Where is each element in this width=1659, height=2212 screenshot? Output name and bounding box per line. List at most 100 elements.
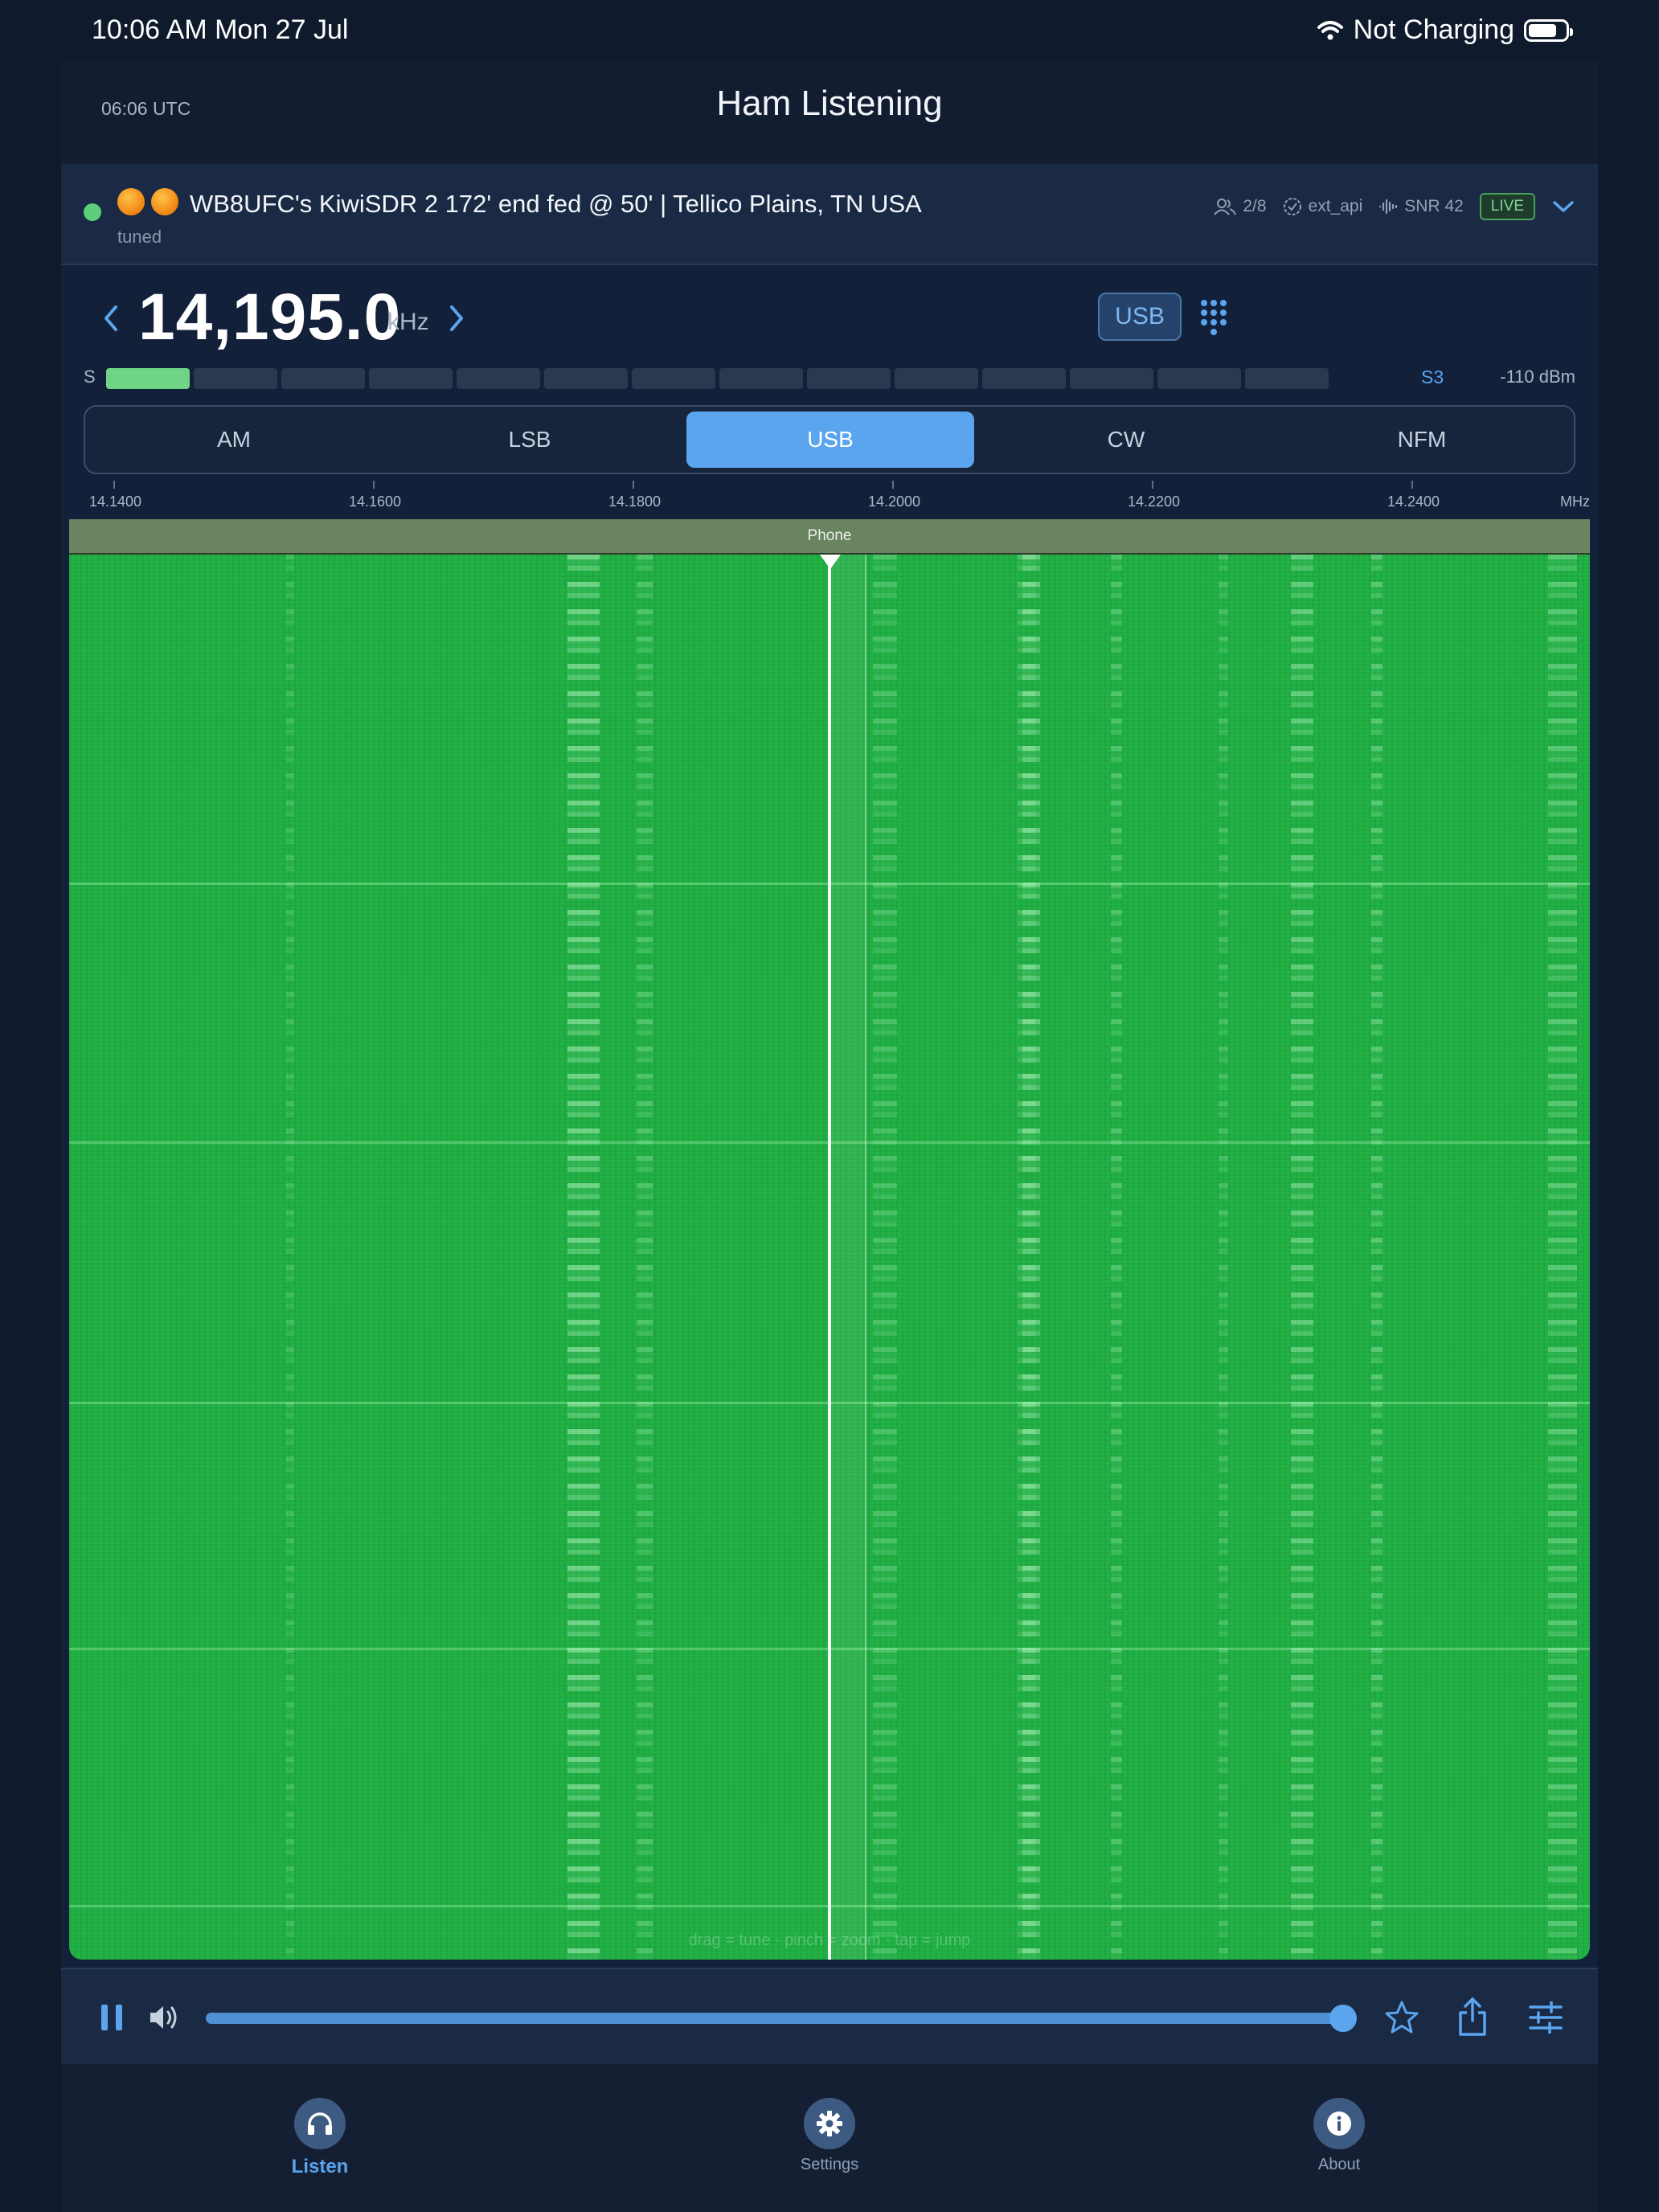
battery-icon <box>1524 18 1573 42</box>
scale-tick-label: 14.2200 <box>1128 494 1181 510</box>
player-controls <box>61 1968 1598 2066</box>
smeter-segment <box>719 368 803 389</box>
tab-label: Settings <box>800 2156 859 2173</box>
wifi-icon <box>1317 20 1343 39</box>
smeter-segment <box>281 368 365 389</box>
tuning-state: tuned <box>117 227 162 247</box>
status-time: 10:06 AM Mon 27 Jul <box>92 14 349 45</box>
station-name: WB8UFC's KiwiSDR 2 172' end fed @ 50' | … <box>190 190 922 218</box>
tab-label: About <box>1317 2156 1361 2173</box>
favorite-star-icon[interactable] <box>1384 2000 1419 2035</box>
frequency-scale: 14.1400 14.1600 14.1800 14.2000 14.2200 … <box>69 481 1590 516</box>
station-selector[interactable]: WB8UFC's KiwiSDR 2 172' end fed @ 50' | … <box>61 164 1598 265</box>
smeter-segment <box>807 368 891 389</box>
tab-listen[interactable]: Listen <box>240 2098 400 2178</box>
live-badge: LIVE <box>1479 193 1535 220</box>
smeter-segment <box>632 368 715 389</box>
tab-settings[interactable]: Settings <box>749 2098 910 2174</box>
page-title: Ham Listening <box>716 84 943 123</box>
gear-icon <box>804 2098 855 2149</box>
signal-trace <box>1219 555 1228 1960</box>
gesture-hint: drag = tune · pinch = zoom · tap = jump <box>688 1931 971 1949</box>
scale-tick <box>1152 481 1153 489</box>
smeter-segment <box>1157 368 1241 389</box>
tab-about[interactable]: About <box>1259 2098 1419 2174</box>
scale-tick <box>373 481 375 489</box>
user-count: 2/8 <box>1214 197 1267 216</box>
mode-badge[interactable]: USB <box>1098 293 1182 341</box>
share-icon[interactable] <box>1456 1997 1489 2037</box>
volume-icon[interactable] <box>148 2003 180 2032</box>
smeter-segment <box>194 368 277 389</box>
scale-tick <box>892 481 894 489</box>
smeter-segment <box>544 368 628 389</box>
frequency-unit: kHz <box>387 309 429 335</box>
scale-unit: MHz <box>1560 494 1590 510</box>
users-icon <box>1214 199 1237 215</box>
waterfall-display[interactable]: drag = tune · pinch = zoom · tap = jump <box>69 555 1590 1960</box>
nav-header: 06:06 UTC Ham Listening <box>61 61 1598 164</box>
scale-tick-label: 14.1600 <box>349 494 402 510</box>
smeter-segment <box>1070 368 1153 389</box>
scale-tick-label: 14.2400 <box>1387 494 1440 510</box>
smeter-segment <box>1245 368 1329 389</box>
scale-tick <box>113 481 115 489</box>
tab-label: Listen <box>291 2156 349 2177</box>
pause-icon[interactable] <box>100 2005 124 2030</box>
passband-overlay[interactable] <box>828 555 866 1960</box>
signal-trace <box>567 555 600 1960</box>
signal-trace <box>637 555 653 1960</box>
volume-slider-knob[interactable] <box>1329 2005 1357 2032</box>
signal-trace <box>1548 555 1577 1960</box>
scale-tick-label: 14.1800 <box>608 494 662 510</box>
mode-tab-am[interactable]: AM <box>90 412 378 468</box>
signal-trace <box>1111 555 1122 1960</box>
chevron-right-icon[interactable] <box>447 304 466 333</box>
dbm-reading: -110 dBm <box>1500 367 1575 387</box>
smeter-segment <box>457 368 540 389</box>
smeter-segment <box>982 368 1066 389</box>
signal-trace <box>1291 555 1313 1960</box>
chevron-down-icon[interactable] <box>1551 199 1575 215</box>
keypad-icon[interactable] <box>1198 297 1230 338</box>
system-status-bar: 10:06 AM Mon 27 Jul Not Charging <box>0 0 1659 61</box>
orange-circle-icon <box>151 188 178 215</box>
tuning-cursor[interactable] <box>828 555 831 1960</box>
mode-tab-cw[interactable]: CW <box>982 412 1270 468</box>
smeter-segment <box>895 368 978 389</box>
tuning-marker[interactable] <box>820 555 841 569</box>
smeter-label: S <box>84 367 96 387</box>
scale-tick <box>633 481 634 489</box>
app-window: 06:06 UTC Ham Listening WB8UFC's KiwiSDR… <box>61 61 1598 2212</box>
signal-trace <box>1371 555 1382 1960</box>
signal-trace <box>873 555 897 1960</box>
waveform-icon <box>1379 199 1398 215</box>
verified-icon <box>1283 198 1301 215</box>
band-segment-label: Phone <box>69 519 1590 555</box>
mode-tab-nfm[interactable]: NFM <box>1278 412 1566 468</box>
api-status: ext_api <box>1283 197 1362 216</box>
sliders-icon[interactable] <box>1529 2001 1563 2034</box>
snr-readout: SNR 42 <box>1378 197 1464 216</box>
signal-trace <box>1022 555 1040 1960</box>
bottom-tab-bar: Listen Settings About <box>61 2064 1598 2212</box>
smeter-segment <box>369 368 453 389</box>
charging-status: Not Charging <box>1353 14 1514 45</box>
mode-tab-lsb[interactable]: LSB <box>386 412 674 468</box>
orange-circle-icon <box>117 188 145 215</box>
s-unit-reading: S3 <box>1421 367 1444 387</box>
info-icon <box>1313 2098 1365 2149</box>
headphones-icon <box>294 2098 346 2149</box>
scale-tick-label: 14.2000 <box>868 494 921 510</box>
chevron-left-icon[interactable] <box>101 304 121 333</box>
frequency-value[interactable]: 14,195.0 <box>138 280 401 355</box>
station-meta: 2/8 ext_api SNR 42 LIVE <box>1214 193 1575 220</box>
volume-slider[interactable] <box>206 2013 1344 2024</box>
scale-tick-label: 14.1400 <box>89 494 142 510</box>
smeter-segment <box>106 368 190 389</box>
connection-status-dot <box>84 203 101 221</box>
mode-tab-usb[interactable]: USB <box>686 412 974 468</box>
frequency-display: 14,195.0 kHz USB <box>61 264 1598 368</box>
status-indicators: Not Charging <box>1317 14 1573 46</box>
signal-trace <box>286 555 294 1960</box>
